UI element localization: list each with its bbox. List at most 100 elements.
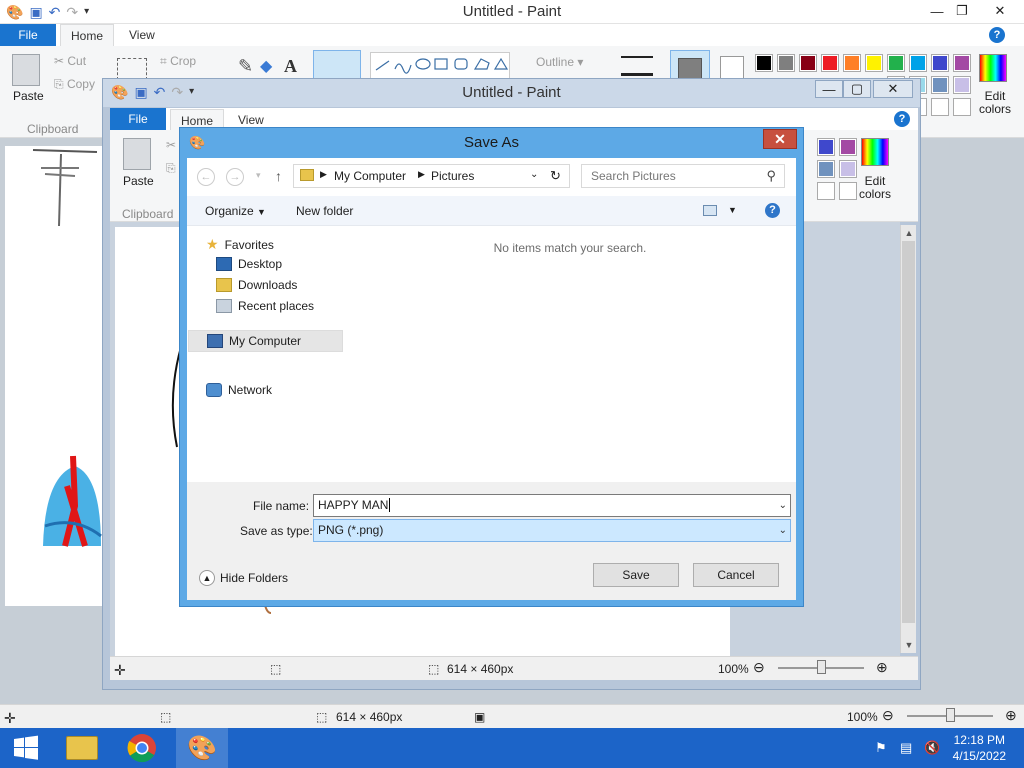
edit-colors-label[interactable]: Edit colors	[859, 175, 891, 201]
color-swatch[interactable]	[777, 54, 795, 72]
crop-button[interactable]: ⌗ Crop	[160, 54, 196, 69]
chrome-button[interactable]	[116, 728, 168, 768]
color-swatch[interactable]	[953, 54, 971, 72]
color-swatch[interactable]	[931, 76, 949, 94]
hide-folders-button[interactable]: ▲ Hide Folders	[199, 570, 288, 586]
save-type-select[interactable]: PNG (*.png) ⌄	[313, 519, 791, 542]
color-swatch[interactable]	[839, 182, 857, 200]
scrollbar-thumb[interactable]	[902, 241, 915, 623]
file-tab[interactable]: File	[0, 24, 56, 46]
organize-button[interactable]: Organize ▼	[205, 204, 266, 218]
outline-dropdown[interactable]: Outline ▾	[536, 55, 583, 69]
taskbar-clock[interactable]: 12:18 PM 4/15/2022	[953, 732, 1006, 764]
volume-muted-icon[interactable]: 🔇	[924, 740, 940, 756]
copy-icon[interactable]: ⎘	[166, 161, 176, 176]
address-bar[interactable]: ▶ My Computer ▶ Pictures ⌄ ↻	[293, 164, 570, 188]
color-swatch[interactable]	[817, 138, 835, 156]
zoom-out-icon[interactable]: ⊖	[753, 659, 765, 676]
zoom-out-icon[interactable]: ⊖	[882, 707, 894, 724]
file-tab[interactable]: File	[110, 108, 166, 130]
edit-colors-icon[interactable]	[861, 138, 889, 166]
back-canvas[interactable]	[5, 146, 103, 606]
vertical-scrollbar[interactable]: ▲ ▼	[900, 225, 916, 653]
color-swatch[interactable]	[817, 160, 835, 178]
scroll-up-icon[interactable]: ▲	[901, 225, 917, 241]
scroll-down-icon[interactable]: ▼	[901, 637, 917, 653]
close-button[interactable]: ✕	[983, 0, 1017, 22]
fill-icon[interactable]: ◆	[260, 56, 272, 76]
up-icon[interactable]: ↑	[275, 168, 282, 184]
paint-taskbar-button[interactable]: 🎨	[176, 728, 228, 768]
color-swatch[interactable]	[887, 54, 905, 72]
chevron-down-icon[interactable]: ⌄	[530, 169, 538, 180]
maximize-button[interactable]: ▢	[843, 80, 871, 98]
view-options-icon[interactable]	[703, 205, 717, 216]
chevron-down-icon[interactable]: ⌄	[779, 495, 787, 516]
restore-button[interactable]: ❐	[945, 0, 979, 22]
size-button[interactable]	[621, 56, 653, 76]
color-swatch[interactable]	[953, 76, 971, 94]
color-swatch[interactable]	[839, 160, 857, 178]
search-input[interactable]: Search Pictures ⚲	[581, 164, 785, 188]
nav-downloads[interactable]: Downloads	[216, 278, 297, 292]
paste-icon[interactable]	[12, 54, 40, 86]
paste-icon[interactable]	[123, 138, 151, 170]
new-folder-button[interactable]: New folder	[296, 204, 353, 218]
nav-recent-places[interactable]: Recent places	[216, 299, 314, 313]
paste-label[interactable]: Paste	[123, 174, 154, 188]
color-swatch[interactable]	[931, 98, 949, 116]
help-icon[interactable]: ?	[894, 111, 910, 127]
color-swatch[interactable]	[931, 54, 949, 72]
select-icon[interactable]	[117, 58, 147, 80]
zoom-in-icon[interactable]: ⊕	[1005, 707, 1017, 724]
tab-home[interactable]: Home	[60, 24, 115, 47]
nav-my-computer[interactable]: My Computer	[188, 330, 343, 352]
color2-button[interactable]	[720, 56, 744, 80]
tab-view[interactable]: View	[129, 24, 155, 46]
nav-network[interactable]: Network	[206, 383, 272, 397]
color-swatch[interactable]	[953, 98, 971, 116]
nav-favorites[interactable]: ★ Favorites	[206, 236, 274, 253]
file-explorer-button[interactable]	[56, 728, 108, 768]
color-swatch[interactable]	[843, 54, 861, 72]
file-list[interactable]: No items match your search.	[344, 226, 796, 482]
color-swatch[interactable]	[799, 54, 817, 72]
text-tool-icon[interactable]: A	[284, 56, 297, 77]
breadcrumb-pictures[interactable]: Pictures	[431, 169, 474, 183]
search-icon[interactable]: ⚲	[766, 168, 776, 184]
color-swatch[interactable]	[821, 54, 839, 72]
color-swatch[interactable]	[839, 138, 857, 156]
action-center-flag-icon[interactable]: ⚑	[875, 740, 887, 756]
file-name-input[interactable]: HAPPY MAN ⌄	[313, 494, 791, 517]
help-icon[interactable]: ?	[989, 27, 1005, 43]
cut-icon[interactable]: ✂	[166, 138, 176, 152]
edit-colors-icon[interactable]	[979, 54, 1007, 82]
network-tray-icon[interactable]: ▤	[900, 740, 912, 756]
view-dropdown-icon[interactable]: ▼	[728, 205, 737, 215]
forward-icon[interactable]: →	[226, 168, 244, 186]
breadcrumb-my-computer[interactable]: My Computer	[334, 169, 406, 183]
zoom-slider-thumb[interactable]	[817, 660, 826, 674]
color-swatch[interactable]	[909, 54, 927, 72]
close-button[interactable]: ✕	[873, 80, 913, 98]
paste-label[interactable]: Paste	[13, 89, 44, 103]
chevron-right-icon[interactable]: ▶	[418, 169, 425, 180]
start-button[interactable]	[0, 728, 52, 768]
copy-button[interactable]: ⎘ Copy	[54, 77, 95, 92]
minimize-button[interactable]: —	[815, 80, 843, 98]
nav-desktop[interactable]: Desktop	[216, 257, 282, 271]
zoom-in-icon[interactable]: ⊕	[876, 659, 888, 676]
cancel-button[interactable]: Cancel	[693, 563, 779, 587]
zoom-slider-thumb[interactable]	[946, 708, 955, 722]
save-button[interactable]: Save	[593, 563, 679, 587]
dialog-close-button[interactable]: ✕	[763, 129, 797, 149]
chevron-down-icon[interactable]: ⌄	[779, 520, 787, 541]
pencil-icon[interactable]: ✎	[238, 56, 253, 77]
recent-dropdown-icon[interactable]: ▾	[256, 170, 261, 181]
back-icon[interactable]: ←	[197, 168, 215, 186]
color-swatch[interactable]	[817, 182, 835, 200]
edit-colors-label[interactable]: Edit colors	[979, 90, 1011, 116]
color-swatch[interactable]	[865, 54, 883, 72]
help-icon[interactable]: ?	[765, 203, 780, 218]
cut-button[interactable]: ✂ Cut	[54, 54, 86, 68]
